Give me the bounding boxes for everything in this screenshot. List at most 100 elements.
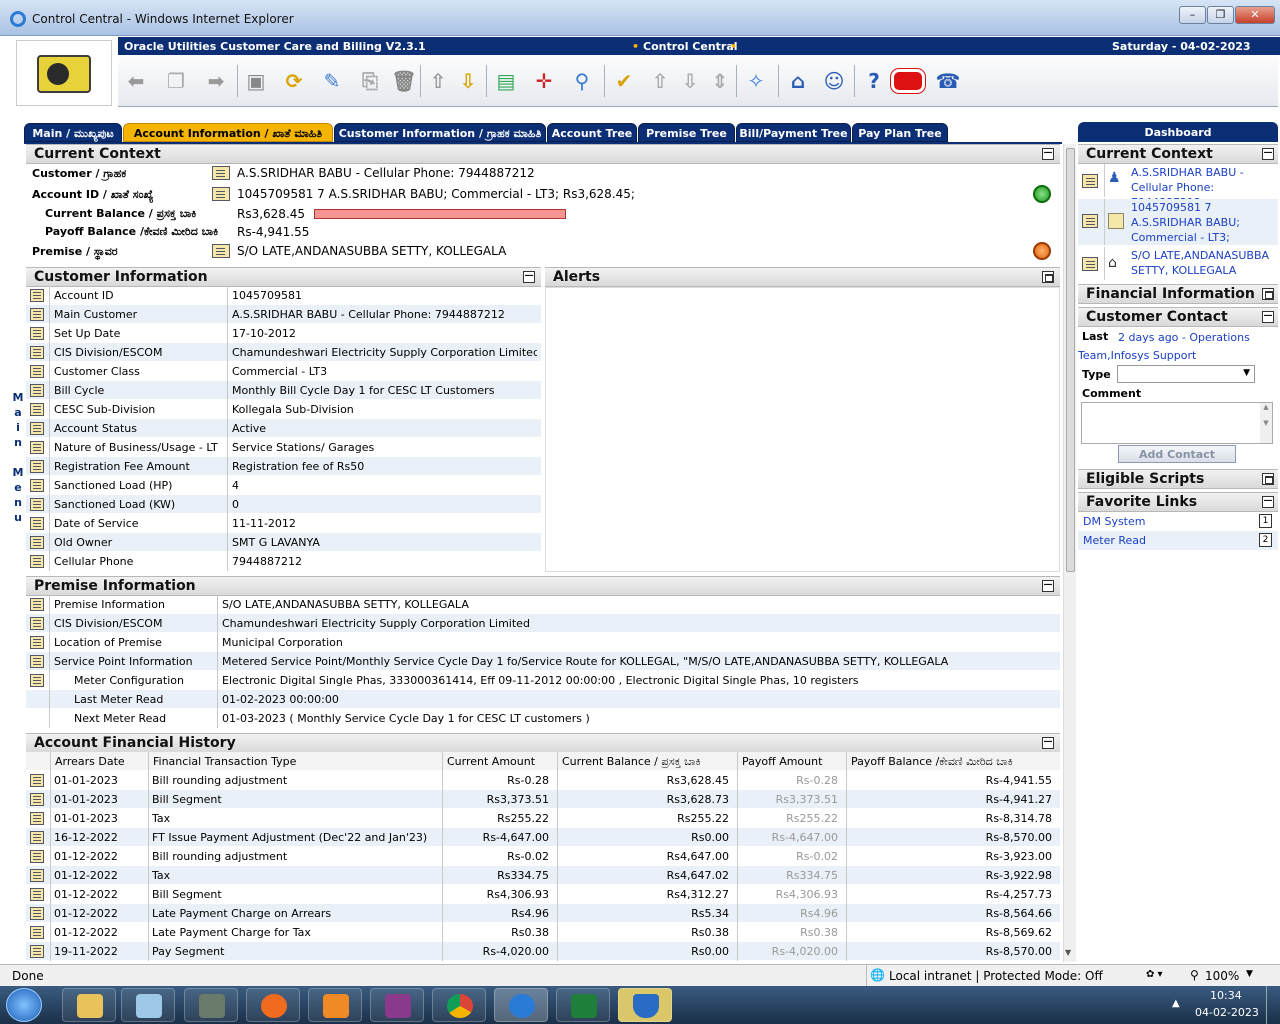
expand-icon[interactable]: ⇕ <box>706 67 734 95</box>
main-scrollbar[interactable]: ▼ <box>1063 144 1076 962</box>
main-menu-toggle[interactable]: MainMenu <box>12 144 24 962</box>
col-arrears-date[interactable]: Arrears Date <box>50 752 148 771</box>
context-menu-icon[interactable] <box>30 460 44 473</box>
firefox-taskbar-icon[interactable] <box>246 988 300 1022</box>
context-menu-icon[interactable] <box>30 812 44 825</box>
context-menu-icon[interactable] <box>30 907 44 920</box>
notepad-taskbar-icon[interactable] <box>121 988 175 1022</box>
context-menu-icon[interactable] <box>30 441 44 454</box>
explorer-taskbar-icon[interactable] <box>62 988 116 1022</box>
scroll-down-icon[interactable]: ⇩ <box>676 67 704 95</box>
dash-premise-link[interactable]: S/O LATE,ANDANASUBBA SETTY, KOLLEGALA <box>1131 248 1277 278</box>
context-menu-icon[interactable] <box>30 479 44 492</box>
phone-icon[interactable]: ☎ <box>934 67 962 95</box>
context-menu-icon[interactable] <box>30 617 44 630</box>
collapse-button[interactable]: — <box>1042 737 1054 749</box>
collapse-button[interactable]: — <box>523 271 535 283</box>
context-menu-icon[interactable] <box>212 166 230 180</box>
copy-icon[interactable]: ⎘ <box>356 67 384 95</box>
expand-button[interactable] <box>1262 288 1274 300</box>
restore-button[interactable]: ❐ <box>1207 6 1234 24</box>
tab-customer-information[interactable]: Customer Information / ಗ್ರಾಹಕ ಮಾಹಿತಿ <box>334 123 546 142</box>
comment-textarea[interactable]: ▲ ▼ <box>1081 402 1273 444</box>
clear-icon[interactable]: ✎ <box>318 67 346 95</box>
context-menu-icon[interactable] <box>1082 214 1098 228</box>
col-payoff-amount[interactable]: Payoff Amount <box>737 752 846 771</box>
tab-pay-plan-tree[interactable]: Pay Plan Tree <box>852 123 948 142</box>
home-icon[interactable]: ⌂ <box>784 67 812 95</box>
collapse-button[interactable]: — <box>1042 148 1054 160</box>
tab-bill-payment-tree[interactable]: Bill/Payment Tree <box>736 123 851 142</box>
collapse-button[interactable]: — <box>1262 496 1274 508</box>
col-ft-type[interactable]: Financial Transaction Type <box>148 752 442 771</box>
minimize-button[interactable]: – <box>1179 6 1206 24</box>
delete-icon[interactable]: 🗑 <box>390 67 418 95</box>
save-icon[interactable]: ▣ <box>242 67 270 95</box>
goto-next-icon[interactable]: ⇩ <box>454 67 482 95</box>
last-contact-link[interactable]: 2 days ago - Operations Team,Infosys Sup… <box>1078 329 1273 365</box>
context-menu-icon[interactable] <box>30 926 44 939</box>
start-button[interactable] <box>6 988 42 1022</box>
winrar-taskbar-icon[interactable] <box>370 988 424 1022</box>
user-icon[interactable]: ☺ <box>820 67 848 95</box>
menu-icon[interactable]: ▤ <box>492 67 520 95</box>
tab-account-information[interactable]: Account Information / ಖಾತೆ ಮಾಹಿತಿ <box>123 123 333 142</box>
context-menu-icon[interactable] <box>30 536 44 549</box>
collapse-button[interactable]: — <box>1262 148 1274 160</box>
context-menu-icon[interactable] <box>1082 174 1098 188</box>
ie-taskbar-icon[interactable] <box>494 988 548 1022</box>
chrome-taskbar-icon[interactable] <box>432 988 486 1022</box>
context-menu-icon[interactable] <box>30 850 44 863</box>
context-menu-icon[interactable] <box>30 598 44 611</box>
scroll-up-icon[interactable]: ⇧ <box>646 67 674 95</box>
context-menu-icon[interactable] <box>30 555 44 568</box>
context-menu-icon[interactable] <box>30 674 44 687</box>
alert-icon[interactable]: ✛ <box>530 67 558 95</box>
tab-main[interactable]: Main / ಮುಖ್ಯಪುಟ <box>24 123 122 142</box>
history-icon[interactable]: ❐ <box>162 67 190 95</box>
context-menu-icon[interactable] <box>30 831 44 844</box>
collapse-button[interactable]: — <box>1042 580 1054 592</box>
context-menu-icon[interactable] <box>212 187 230 201</box>
expand-button[interactable] <box>1042 271 1054 283</box>
context-menu-icon[interactable] <box>30 517 44 530</box>
oracle-logo-icon[interactable] <box>890 67 926 95</box>
forward-arrow-icon[interactable]: ➡ <box>202 67 230 95</box>
context-menu-icon[interactable] <box>30 655 44 668</box>
search-icon[interactable]: ⚲ <box>568 67 596 95</box>
help-icon[interactable]: ? <box>860 67 888 95</box>
context-menu-icon[interactable] <box>30 346 44 359</box>
context-menu-icon[interactable] <box>30 636 44 649</box>
context-menu-icon[interactable] <box>30 422 44 435</box>
context-menu-icon[interactable] <box>212 244 230 258</box>
media-player-taskbar-icon[interactable] <box>308 988 362 1022</box>
zoom-level[interactable]: 100% <box>1205 969 1239 983</box>
context-menu-icon[interactable] <box>30 403 44 416</box>
back-arrow-icon[interactable]: ⬅ <box>122 67 150 95</box>
context-menu-icon[interactable] <box>30 869 44 882</box>
context-menu-icon[interactable] <box>30 888 44 901</box>
context-menu-icon[interactable] <box>30 774 44 787</box>
close-button[interactable]: ✕ <box>1235 6 1275 24</box>
type-select[interactable]: ▼ <box>1117 365 1255 383</box>
col-current-balance[interactable]: Current Balance / ಪ್ರಸಕ್ತ ಬಾಕಿ <box>557 752 737 771</box>
network-taskbar-icon[interactable] <box>184 988 238 1022</box>
context-menu-icon[interactable] <box>30 289 44 302</box>
context-menu-icon[interactable] <box>30 327 44 340</box>
security-taskbar-icon[interactable] <box>618 988 672 1022</box>
show-desktop-button[interactable] <box>1266 986 1280 1024</box>
tab-account-tree[interactable]: Account Tree <box>547 123 637 142</box>
collapse-button[interactable]: — <box>1262 311 1274 323</box>
favorite-link-meter-read[interactable]: Meter Read <box>1083 533 1146 548</box>
add-contact-button[interactable]: Add Contact <box>1118 445 1236 463</box>
zoom-icon[interactable]: ⚲ <box>1190 968 1199 982</box>
context-menu-icon[interactable] <box>30 384 44 397</box>
tab-premise-tree[interactable]: Premise Tree <box>638 123 735 142</box>
context-menu-icon[interactable] <box>30 793 44 806</box>
refresh-icon[interactable]: ⟳ <box>280 67 308 95</box>
excel-taskbar-icon[interactable] <box>556 988 610 1022</box>
context-menu-icon[interactable] <box>30 308 44 321</box>
wizard-icon[interactable]: ✧ <box>742 67 770 95</box>
checklist-icon[interactable]: ✔ <box>610 67 638 95</box>
context-menu-icon[interactable] <box>30 365 44 378</box>
